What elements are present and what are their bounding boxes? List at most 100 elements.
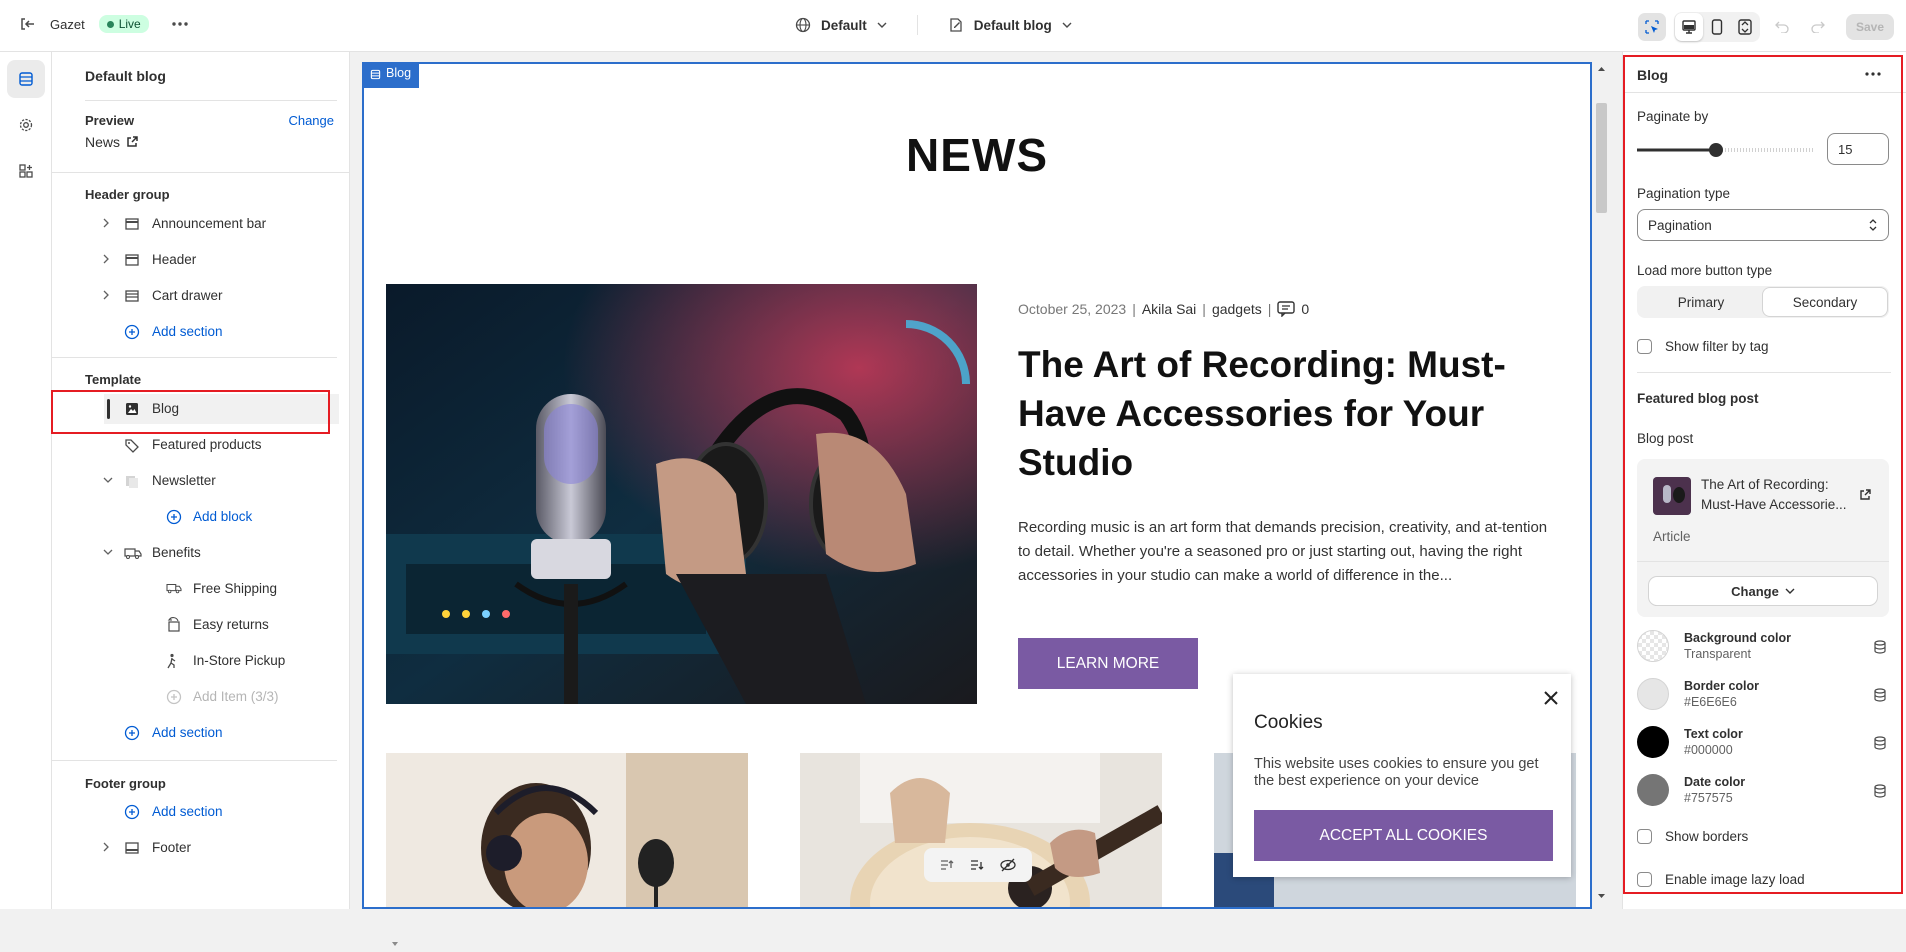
redo-button[interactable] [1804, 13, 1832, 41]
move-up-icon[interactable] [939, 858, 955, 872]
live-status-badge: Live [98, 15, 149, 33]
divider [85, 100, 337, 101]
add-section-label: Add section [152, 804, 223, 819]
theme-settings-button[interactable] [7, 106, 45, 144]
header-group-heading: Header group [85, 187, 170, 202]
plus-circle-icon [166, 689, 182, 705]
left-rail [0, 52, 52, 909]
desktop-view-button[interactable] [1674, 13, 1703, 41]
section-tag-blog[interactable]: Blog [362, 62, 420, 88]
block-easy-returns[interactable]: Easy returns [104, 610, 339, 640]
more-actions-icon[interactable] [171, 21, 189, 27]
sections-button[interactable] [6, 60, 45, 98]
article-card-image-guitar[interactable] [800, 753, 1162, 907]
article-author[interactable]: Akila Sai [1142, 301, 1196, 317]
add-section-label: Add section [152, 725, 223, 740]
cursor-select-icon [1644, 19, 1660, 35]
add-section-footer-group[interactable]: Add section [104, 797, 339, 827]
selected-section-highlight [51, 390, 330, 434]
chevron-right-icon[interactable] [102, 217, 110, 229]
block-label: In-Store Pickup [193, 653, 286, 668]
truck-icon [124, 545, 142, 561]
section-label: Benefits [152, 545, 201, 560]
plus-circle-icon [124, 725, 140, 741]
section-announcement-bar[interactable]: Announcement bar [102, 209, 339, 239]
add-section-template[interactable]: Add section [104, 718, 339, 748]
block-in-store-pickup[interactable]: In-Store Pickup [104, 646, 339, 676]
preview-change-link[interactable]: Change [288, 113, 334, 128]
move-down-icon[interactable] [969, 858, 985, 872]
article-title[interactable]: The Art of Recording: Must-Have Accessor… [1018, 340, 1538, 487]
add-block-newsletter[interactable]: Add block [104, 502, 339, 532]
block-free-shipping[interactable]: Free Shipping [104, 574, 339, 604]
accept-cookies-button[interactable]: ACCEPT ALL COOKIES [1254, 810, 1553, 861]
divider [916, 15, 918, 35]
article-image-microphone[interactable] [386, 284, 977, 704]
external-link-icon [126, 136, 138, 148]
preview-value[interactable]: News [85, 134, 138, 150]
footer-group-heading: Footer group [85, 776, 166, 791]
close-icon[interactable] [1543, 690, 1559, 706]
article-card-image-singer[interactable] [386, 753, 748, 907]
chevron-down-icon[interactable] [102, 548, 114, 556]
header-section-icon [124, 216, 140, 232]
section-newsletter[interactable]: Newsletter [102, 466, 339, 496]
comment-count: 0 [1301, 301, 1310, 317]
newsletter-section-icon [124, 473, 140, 489]
section-footer[interactable]: Footer [102, 833, 339, 863]
section-cart-drawer[interactable]: Cart drawer [102, 281, 339, 311]
chevron-down-icon[interactable] [102, 476, 114, 484]
inspector-button[interactable] [1637, 13, 1666, 41]
floating-toolbar [924, 848, 1032, 882]
section-label: Newsletter [152, 473, 216, 488]
section-featured-products[interactable]: Featured products [104, 430, 339, 460]
cookie-banner: Cookies This website uses cookies to ens… [1233, 674, 1571, 877]
exit-icon[interactable] [18, 15, 36, 33]
redo-icon [1811, 21, 1825, 33]
apps-button[interactable] [7, 152, 45, 190]
truck-icon [166, 581, 182, 595]
theme-selector[interactable]: Default [821, 18, 867, 33]
fullscreen-view-button[interactable] [1731, 13, 1759, 41]
sidebar-title: Default blog [85, 68, 166, 84]
mobile-view-button[interactable] [1703, 13, 1731, 41]
gear-icon [18, 117, 34, 133]
scrollbar-thumb[interactable] [1596, 103, 1607, 213]
add-section-header-group[interactable]: Add section [104, 317, 339, 347]
article-meta: October 25, 2023 | Akila Sai | gadgets | 0 [1018, 301, 1309, 317]
article-tag[interactable]: gadgets [1212, 301, 1262, 317]
add-item-label: Add Item (3/3) [193, 689, 279, 704]
undo-icon [1775, 21, 1789, 33]
status-text: Live [118, 17, 141, 31]
page-edit-icon [948, 17, 964, 33]
return-box-icon [166, 617, 182, 633]
section-header[interactable]: Header [102, 245, 339, 275]
section-label: Cart drawer [152, 288, 223, 303]
apps-icon [18, 163, 34, 179]
chevron-right-icon[interactable] [102, 841, 110, 853]
learn-more-button[interactable]: LEARN MORE [1018, 638, 1198, 689]
chevron-right-icon[interactable] [102, 289, 110, 301]
drawer-section-icon [124, 288, 140, 304]
comment-icon [1277, 301, 1296, 317]
chevron-down-icon [1062, 22, 1072, 28]
tag-icon [124, 437, 140, 453]
meta-separator: | [1202, 301, 1206, 317]
save-button[interactable]: Save [1845, 14, 1894, 40]
article-date: October 25, 2023 [1018, 301, 1127, 317]
template-selector[interactable]: Default blog [974, 18, 1052, 33]
chevron-down-icon [877, 22, 887, 28]
hide-eye-icon[interactable] [999, 858, 1017, 872]
chevron-right-icon[interactable] [102, 253, 110, 265]
section-benefits[interactable]: Benefits [102, 538, 339, 568]
status-dot [106, 20, 114, 28]
section-label: Footer [152, 840, 192, 855]
section-label: Header [152, 252, 197, 267]
meta-separator: | [1132, 301, 1136, 317]
article-excerpt: Recording music is an art form that dema… [1018, 519, 1548, 584]
template-heading: Template [85, 372, 142, 387]
sections-sidebar: Default blog Preview Change News Header … [52, 52, 398, 946]
add-block-label: Add block [193, 509, 253, 524]
footer-section-icon [124, 840, 140, 856]
undo-button[interactable] [1768, 13, 1796, 41]
